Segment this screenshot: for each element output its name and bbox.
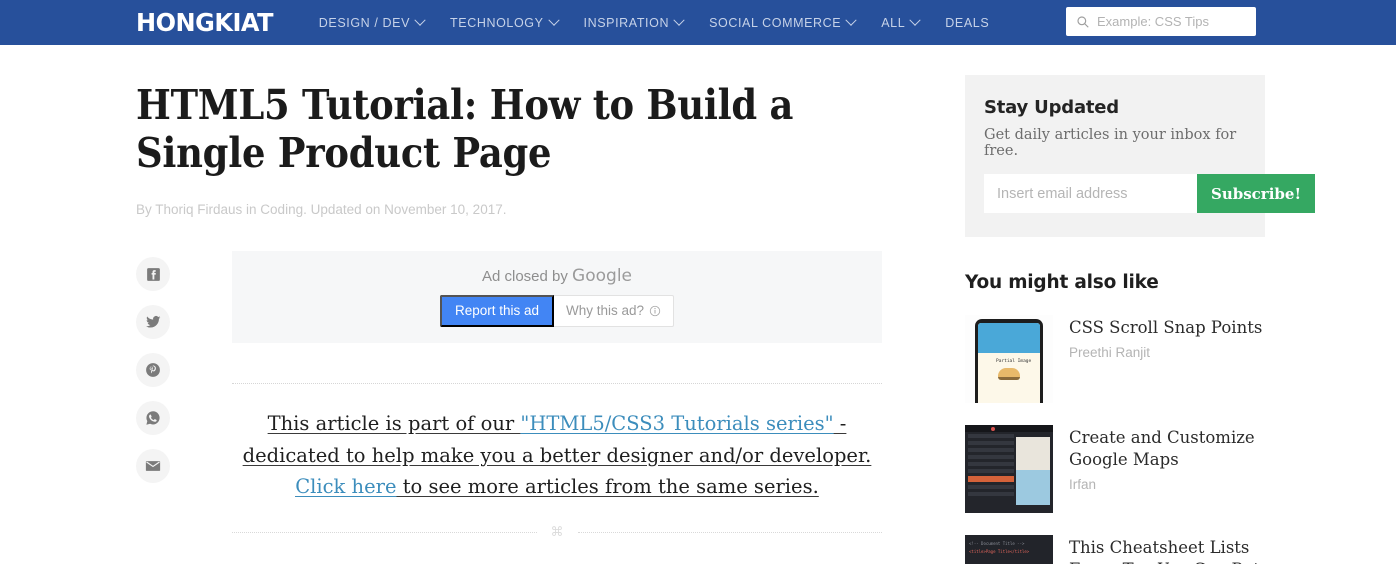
- list-item[interactable]: Create and Customize Google Maps Irfan: [965, 425, 1265, 513]
- newsletter-widget: Stay Updated Get daily articles in your …: [965, 75, 1316, 237]
- nav-label: INSPIRATION: [583, 15, 670, 30]
- email-field[interactable]: [984, 174, 1197, 213]
- facebook-icon: [146, 267, 160, 281]
- sidebar: Stay Updated Get daily articles in your …: [965, 45, 1316, 564]
- twitter-icon: [146, 316, 161, 328]
- nav-label: DESIGN / DEV: [318, 15, 411, 30]
- pinterest-icon: [146, 363, 160, 377]
- why-this-ad-button[interactable]: Why this ad?: [554, 295, 675, 328]
- thumb-caption: Partial Image: [996, 359, 1032, 365]
- newsletter-form: Subscribe!: [984, 174, 1316, 213]
- search-input[interactable]: [1097, 14, 1246, 29]
- share-email-button[interactable]: [136, 449, 170, 483]
- list-item[interactable]: Partial Image CSS Scroll Snap Points Pre…: [965, 315, 1265, 403]
- search-box[interactable]: [1066, 7, 1256, 36]
- post-title[interactable]: Create and Customize Google Maps: [1069, 427, 1265, 471]
- chevron-down-icon: [909, 14, 921, 26]
- share-whatsapp-button[interactable]: [136, 401, 170, 435]
- email-icon: [145, 461, 161, 471]
- subscribe-button[interactable]: Subscribe!: [1197, 174, 1316, 213]
- related-posts-heading: You might also like: [965, 272, 1159, 293]
- ad-closed-label: Ad closed by Google: [482, 266, 632, 286]
- chevron-down-icon: [414, 14, 426, 26]
- ad-button-group: Report this ad Why this ad?: [439, 295, 675, 328]
- google-wordmark: Google: [572, 266, 632, 287]
- series-link[interactable]: "HTML5/CSS3 Tutorials series": [520, 412, 833, 435]
- nav-label: DEALS: [945, 15, 990, 30]
- search-icon: [1077, 15, 1089, 28]
- content-divider-bottom: ⌘: [232, 524, 882, 540]
- callout-text-1: This article is part of our: [267, 411, 521, 435]
- list-item[interactable]: <!-- Document Title --> <title>Page Titl…: [965, 535, 1265, 564]
- nav-item-deals[interactable]: DEALS: [945, 16, 989, 30]
- share-twitter-button[interactable]: [136, 305, 170, 339]
- newsletter-heading: Stay Updated: [984, 97, 1119, 118]
- whatsapp-icon: [146, 411, 160, 425]
- social-share-rail: [136, 257, 170, 483]
- code-snippet-icon: <!-- Document Title --> <title>Page Titl…: [969, 541, 1041, 564]
- chevron-down-icon: [547, 14, 560, 26]
- share-facebook-button[interactable]: [136, 257, 170, 291]
- nav-item-social-commerce[interactable]: SOCIAL COMMERCE: [709, 14, 857, 30]
- page-body: HTML5 Tutorial: How to Build a Single Pr…: [0, 45, 1396, 564]
- page-title: HTML5 Tutorial: How to Build a Single Pr…: [136, 81, 794, 178]
- google-ad-placeholder: Ad closed by Google Report this ad Why t…: [232, 250, 882, 343]
- why-this-ad-label: Why this ad?: [566, 303, 645, 319]
- article-column: HTML5 Tutorial: How to Build a Single Pr…: [136, 45, 920, 564]
- post-text: This Cheatsheet Lists Every Tag You Can …: [1069, 535, 1265, 564]
- post-thumbnail[interactable]: <!-- Document Title --> <title>Page Titl…: [965, 535, 1053, 564]
- main-navigation: DESIGN / DEV TECHNOLOGY INSPIRATION SOCI…: [318, 14, 1016, 30]
- post-author: Preethi Ranjit: [1069, 344, 1151, 360]
- newsletter-subheading: Get daily articles in your inbox for fre…: [984, 127, 1237, 159]
- post-title[interactable]: CSS Scroll Snap Points: [1069, 317, 1262, 339]
- nav-item-inspiration[interactable]: INSPIRATION: [583, 14, 685, 30]
- nav-label: ALL: [881, 15, 906, 30]
- site-header: HONGKIAT DESIGN / DEV TECHNOLOGY INSPIRA…: [0, 0, 1396, 45]
- nav-label: SOCIAL COMMERCE: [709, 15, 842, 30]
- nav-label: TECHNOLOGY: [450, 15, 544, 30]
- site-logo[interactable]: HONGKIAT: [136, 10, 274, 35]
- nav-item-technology[interactable]: TECHNOLOGY: [450, 14, 560, 30]
- post-title[interactable]: This Cheatsheet Lists Every Tag You Can …: [1069, 537, 1265, 564]
- post-text: CSS Scroll Snap Points Preethi Ranjit: [1069, 315, 1262, 403]
- share-pinterest-button[interactable]: [136, 353, 170, 387]
- nav-item-all[interactable]: ALL: [881, 14, 921, 30]
- post-thumbnail[interactable]: [965, 425, 1053, 513]
- content-divider-top: [232, 382, 882, 384]
- phone-mockup-icon: Partial Image: [975, 319, 1043, 403]
- callout-text-3: to see more articles from the same serie…: [396, 475, 819, 499]
- series-callout: This article is part of our "HTML5/CSS3 …: [232, 408, 882, 503]
- chevron-down-icon: [845, 14, 857, 26]
- info-icon: [649, 305, 661, 316]
- chevron-down-icon: [673, 14, 685, 26]
- article-byline: By Thoriq Firdaus in Coding. Updated on …: [136, 201, 507, 217]
- click-here-link[interactable]: Click here: [295, 475, 396, 498]
- post-thumbnail[interactable]: Partial Image: [965, 315, 1053, 403]
- post-author: Irfan: [1069, 476, 1097, 492]
- ornament-icon: ⌘: [550, 524, 564, 540]
- report-this-ad-button[interactable]: Report this ad: [439, 295, 554, 328]
- ad-closed-text: Ad closed by: [481, 268, 568, 286]
- post-text: Create and Customize Google Maps Irfan: [1069, 425, 1265, 513]
- nav-item-design-dev[interactable]: DESIGN / DEV: [318, 14, 426, 30]
